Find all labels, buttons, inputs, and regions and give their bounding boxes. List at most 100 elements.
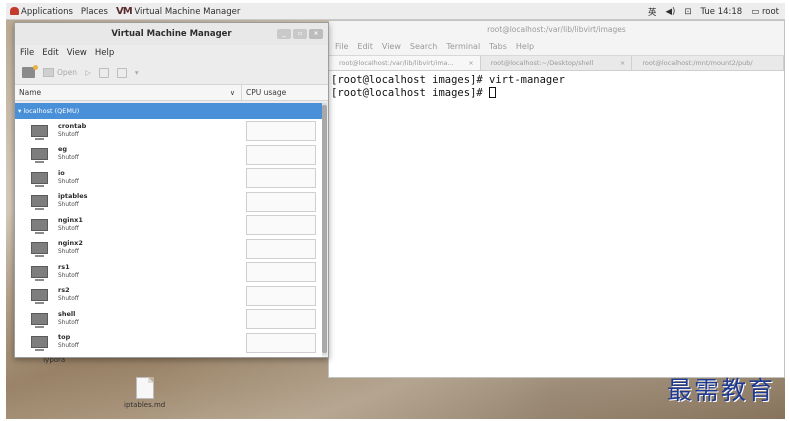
monitor-icon: ▭ xyxy=(751,7,760,17)
cursor-icon xyxy=(489,87,497,98)
list-header: Name ∨ CPU usage xyxy=(15,85,328,101)
terminal-menu-edit[interactable]: Edit xyxy=(357,38,373,55)
shutdown-button[interactable] xyxy=(116,67,127,78)
terminal-menu-help[interactable]: Help xyxy=(516,38,534,55)
vm-name: rs2 xyxy=(58,286,70,295)
network-icon[interactable]: ⊡ xyxy=(684,7,691,17)
menu-view[interactable]: View xyxy=(67,45,87,61)
vm-name: shell xyxy=(58,309,76,318)
vm-monitor-icon xyxy=(31,336,48,352)
terminal-menu-search[interactable]: Search xyxy=(410,38,437,55)
active-app-menu[interactable]: VM Virtual Machine Manager xyxy=(116,6,240,17)
menu-edit[interactable]: Edit xyxy=(42,45,58,61)
vm-monitor-icon xyxy=(31,195,48,211)
vm-name: crontab xyxy=(58,121,87,130)
menubar: File Edit View Help xyxy=(15,45,328,61)
input-method-indicator[interactable]: 英 xyxy=(648,6,657,18)
window-title: Virtual Machine Manager xyxy=(111,29,232,39)
host-connection-row[interactable]: ▾ localhost (QEMU) xyxy=(15,103,322,119)
document-icon xyxy=(135,377,154,399)
vm-state: Shutoff xyxy=(58,131,79,138)
vm-row[interactable]: rs2 Shutoff xyxy=(15,284,322,308)
vm-state: Shutoff xyxy=(58,272,79,279)
cpu-usage-graph xyxy=(246,191,316,212)
vm-row[interactable]: eg Shutoff xyxy=(15,143,322,167)
cpu-usage-graph xyxy=(246,238,316,259)
clock[interactable]: Tue 14:18 xyxy=(701,7,743,17)
vm-row[interactable]: nginx1 Shutoff xyxy=(15,213,322,237)
cpu-usage-graph xyxy=(246,215,316,235)
vm-name: nginx1 xyxy=(58,215,83,224)
places-menu[interactable]: Places xyxy=(81,7,108,17)
vm-state: Shutoff xyxy=(58,202,79,209)
vm-state: Shutoff xyxy=(58,319,79,326)
cpu-usage-graph xyxy=(246,285,316,306)
applications-menu[interactable]: Applications xyxy=(10,6,73,17)
vm-list-scrollbar[interactable] xyxy=(322,103,327,355)
terminal-tab-shell[interactable]: root@localhost:~/Desktop/shell × xyxy=(481,56,633,70)
menu-help[interactable]: Help xyxy=(95,45,114,61)
close-button[interactable]: × xyxy=(309,29,323,39)
window-titlebar[interactable]: Virtual Machine Manager _ ▫ × xyxy=(15,23,328,45)
close-icon[interactable]: × xyxy=(620,56,625,70)
cpu-usage-graph xyxy=(246,262,316,282)
shutdown-menu-chevron-icon[interactable]: ▾ xyxy=(135,68,139,77)
vm-name: rs1 xyxy=(58,262,70,271)
vm-monitor-icon xyxy=(31,265,48,281)
terminal-output[interactable]: [root@localhost images]# virt-manager [r… xyxy=(329,71,784,100)
terminal-tab-mount[interactable]: root@localhost:/mnt/mount2/pub/ xyxy=(632,56,785,70)
vm-row[interactable]: crontab Shutoff xyxy=(15,119,322,143)
terminal-menu-terminal[interactable]: Terminal xyxy=(446,38,480,55)
menu-file[interactable]: File xyxy=(20,45,34,61)
terminal-window: root@localhost:/var/lib/libvirt/images F… xyxy=(328,20,785,378)
virt-manager-window: Virtual Machine Manager _ ▫ × File Edit … xyxy=(14,22,329,358)
cpu-usage-graph xyxy=(246,168,316,188)
watermark: 最需教育 xyxy=(666,376,775,405)
cpu-usage-graph xyxy=(246,144,316,165)
terminal-menu-view[interactable]: View xyxy=(382,38,401,55)
vm-monitor-icon xyxy=(31,171,48,187)
terminal-menubar: File Edit View Search Terminal Tabs Help xyxy=(329,38,784,55)
terminal-prompt-line: [root@localhost images]# xyxy=(331,87,784,100)
top-panel: Applications Places VM Virtual Machine M… xyxy=(6,3,785,20)
terminal-menu-tabs[interactable]: Tabs xyxy=(489,38,507,55)
vm-name: io xyxy=(58,168,65,177)
vm-state: Shutoff xyxy=(58,178,79,185)
minimize-button[interactable]: _ xyxy=(277,29,291,39)
run-button[interactable]: ▷ xyxy=(85,68,91,77)
vm-name: eg xyxy=(58,145,68,154)
cpu-usage-graph xyxy=(246,332,316,353)
scrollbar-thumb[interactable] xyxy=(322,105,327,353)
monitor-icon xyxy=(43,68,54,77)
vm-row[interactable]: iptables Shutoff xyxy=(15,190,322,214)
pause-button[interactable] xyxy=(98,67,109,78)
terminal-tab-images[interactable]: root@localhost:/var/lib/libvirt/ima... × xyxy=(329,56,481,70)
volume-icon[interactable]: ◀) xyxy=(666,7,676,17)
maximize-button[interactable]: ▫ xyxy=(293,29,307,39)
terminal-title: root@localhost:/var/lib/libvirt/images xyxy=(329,21,784,38)
open-button[interactable]: Open xyxy=(43,68,77,77)
redhat-icon xyxy=(10,6,19,15)
vm-monitor-icon xyxy=(31,289,48,305)
vm-row[interactable]: nginx2 Shutoff xyxy=(15,237,322,261)
vm-row[interactable]: shell Shutoff xyxy=(15,307,322,331)
chevron-down-icon[interactable]: ∨ xyxy=(230,85,235,101)
vm-row[interactable]: top Shutoff xyxy=(15,331,322,355)
desktop-icon-file[interactable]: iptables.md xyxy=(124,377,165,409)
vm-monitor-icon xyxy=(31,148,48,164)
vm-row[interactable]: rs1 Shutoff xyxy=(15,260,322,284)
cpu-usage-graph xyxy=(246,309,316,329)
virt-manager-logo-icon: VM xyxy=(115,6,133,17)
vm-state: Shutoff xyxy=(58,225,79,232)
column-cpu-usage[interactable]: CPU usage xyxy=(242,85,286,100)
close-icon[interactable]: × xyxy=(468,56,473,70)
new-vm-button[interactable] xyxy=(22,65,38,78)
vm-row[interactable]: io Shutoff xyxy=(15,166,322,190)
column-name[interactable]: Name ∨ xyxy=(15,85,242,100)
user-menu[interactable]: ▭ root xyxy=(751,7,779,17)
vm-name: iptables xyxy=(58,192,88,201)
cpu-usage-graph xyxy=(246,121,316,141)
vm-monitor-icon xyxy=(31,124,48,140)
terminal-tabs: root@localhost:/var/lib/libvirt/ima... × … xyxy=(329,55,785,71)
terminal-menu-file[interactable]: File xyxy=(335,38,348,55)
